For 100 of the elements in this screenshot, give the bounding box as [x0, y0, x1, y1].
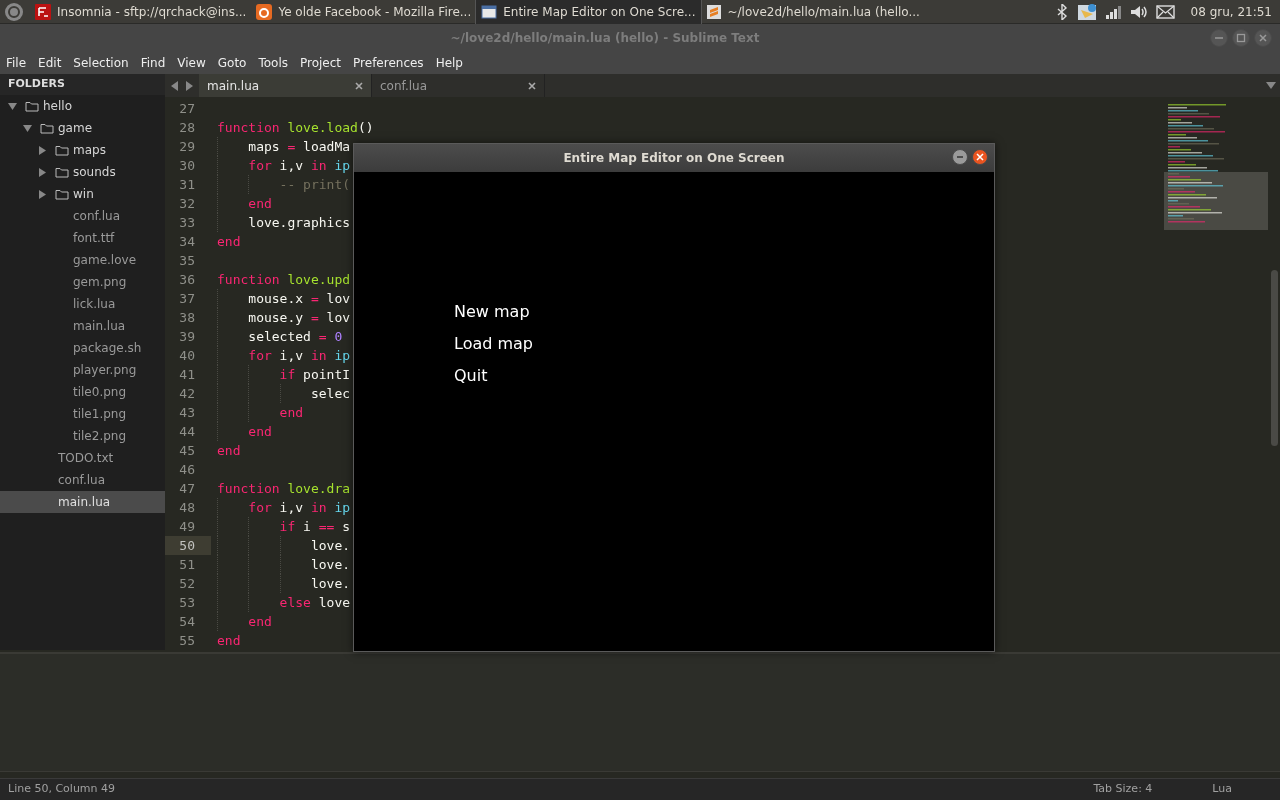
speaker-icon[interactable] [1129, 3, 1148, 20]
dropdown-icon[interactable] [1266, 81, 1276, 90]
code-line: selected = 0 [211, 327, 343, 346]
collapsed-arrow-icon [38, 167, 47, 177]
minimize-button[interactable] [1210, 29, 1228, 47]
sidebar-item[interactable]: main.lua [0, 491, 165, 513]
menu-item[interactable]: Edit [32, 54, 68, 72]
sidebar-item[interactable]: tile0.png [0, 381, 165, 403]
code-line: end [211, 403, 304, 422]
sidebar-item[interactable]: font.ttf [0, 227, 165, 249]
sidebar-item[interactable]: lick.lua [0, 293, 165, 315]
left-arrow-icon[interactable] [170, 80, 179, 91]
line-number: 33 [178, 214, 196, 232]
sidebar-item[interactable]: game.love [0, 249, 165, 271]
close-icon [355, 81, 363, 90]
line-number: 37 [178, 290, 196, 308]
sidebar-item[interactable]: conf.lua [0, 469, 165, 491]
mail-icon[interactable] [1155, 3, 1175, 20]
scrollbar-thumb[interactable] [1271, 270, 1278, 446]
sidebar-item[interactable]: maps [0, 139, 165, 161]
folder-icon [40, 122, 54, 134]
line-number: 28 [178, 119, 196, 137]
line-number: 40 [178, 347, 196, 365]
code-line: if i == s [211, 517, 351, 536]
close-icon [975, 152, 985, 162]
line-number: 32 [178, 195, 196, 213]
sidebar-item[interactable]: tile2.png [0, 425, 165, 447]
code-line: end [211, 194, 272, 213]
close-icon [528, 81, 536, 90]
line-number: 47 [178, 480, 196, 498]
line-number: 45 [178, 442, 196, 460]
line-number: 53 [178, 594, 196, 612]
menu-item[interactable]: Selection [67, 54, 135, 72]
syntax-mode[interactable]: Lua [1212, 781, 1232, 798]
code-line: for i,v in ip [211, 346, 351, 365]
sidebar-item[interactable]: sounds [0, 161, 165, 183]
line-number: 31 [178, 176, 196, 194]
code-line: else love [211, 593, 351, 612]
sidebar-item[interactable]: hello [0, 95, 165, 117]
code-line: maps = loadMa [211, 137, 351, 156]
line-number: 27 [178, 100, 196, 118]
sidebar-item[interactable]: conf.lua [0, 205, 165, 227]
menu-item[interactable]: Help [429, 54, 469, 72]
code-line: love. [211, 555, 351, 574]
code-line: function love.load() [216, 119, 374, 137]
editor-tab[interactable]: main.lua [199, 74, 372, 97]
line-number: 41 [178, 366, 196, 384]
code-line: for i,v in ip [211, 156, 351, 175]
menu-item[interactable]: Load map [454, 328, 533, 360]
sidebar-item[interactable]: tile1.png [0, 403, 165, 425]
sidebar-item[interactable]: TODO.txt [0, 447, 165, 469]
line-number: 51 [178, 556, 196, 574]
code-line: function love.upd [216, 271, 351, 289]
menu-item[interactable]: File [0, 54, 33, 72]
line-number: 43 [178, 404, 196, 422]
taskbar-item[interactable]: ~/love2d/hello/main.lua (hello... [700, 0, 925, 24]
menu-item[interactable]: New map [454, 296, 530, 328]
editor-icon [705, 3, 722, 20]
sidebar-item[interactable]: win [0, 183, 165, 205]
code-line: function love.dra [216, 480, 351, 498]
line-number: 50 [165, 536, 211, 555]
code-line: end [216, 442, 241, 460]
window-title: ~/love2d/hello/main.lua (hello) - Sublime Text [449, 30, 761, 47]
line-number: 44 [178, 423, 196, 441]
close-button[interactable] [972, 149, 988, 165]
launcher-icon[interactable] [4, 1, 24, 22]
menu-item[interactable]: Find [134, 54, 172, 72]
sidebar-item[interactable]: gem.png [0, 271, 165, 293]
clock[interactable]: 08 gru, 21:51 [1190, 2, 1272, 21]
sidebar-header: FOLDERS [0, 74, 165, 95]
line-number: 52 [178, 575, 196, 593]
folder-icon [55, 188, 69, 200]
menu-item[interactable]: Goto [211, 54, 253, 72]
sidebar-item[interactable]: package.sh [0, 337, 165, 359]
sidebar-item[interactable]: player.png [0, 359, 165, 381]
menu-item[interactable]: Tools [252, 54, 294, 72]
right-arrow-icon[interactable] [185, 80, 194, 91]
sidebar-item[interactable]: game [0, 117, 165, 139]
code-line: -- print( [211, 175, 351, 194]
collapsed-arrow-icon [38, 145, 47, 155]
expanded-arrow-icon [8, 101, 17, 111]
code-line: mouse.y = lov [211, 308, 351, 327]
line-number: 55 [178, 632, 196, 650]
tab-size[interactable]: Tab Size: 4 [1093, 781, 1153, 798]
collapsed-arrow-icon [38, 189, 47, 199]
window-title: Entire Map Editor on One Screen [563, 150, 785, 167]
code-line: if pointI [211, 365, 351, 384]
menu-item[interactable]: View [171, 54, 212, 72]
taskbar-item[interactable]: Insomnia - sftp://qrchack@ins... [30, 0, 252, 24]
taskbar-item[interactable]: Ye olde Facebook - Mozilla Fire... [251, 0, 477, 24]
menu-item[interactable]: Preferences [347, 54, 430, 72]
maximize-button[interactable] [1232, 29, 1250, 47]
notification-icon[interactable] [1076, 2, 1097, 21]
taskbar-item[interactable]: Entire Map Editor on One Scre... [476, 0, 701, 24]
minimize-button[interactable] [952, 149, 968, 165]
menu-item[interactable]: Quit [454, 360, 488, 392]
code-line: end [211, 612, 272, 631]
sidebar-item[interactable]: main.lua [0, 315, 165, 337]
signal-icon[interactable] [1104, 3, 1122, 20]
menu-item[interactable]: Project [294, 54, 348, 72]
